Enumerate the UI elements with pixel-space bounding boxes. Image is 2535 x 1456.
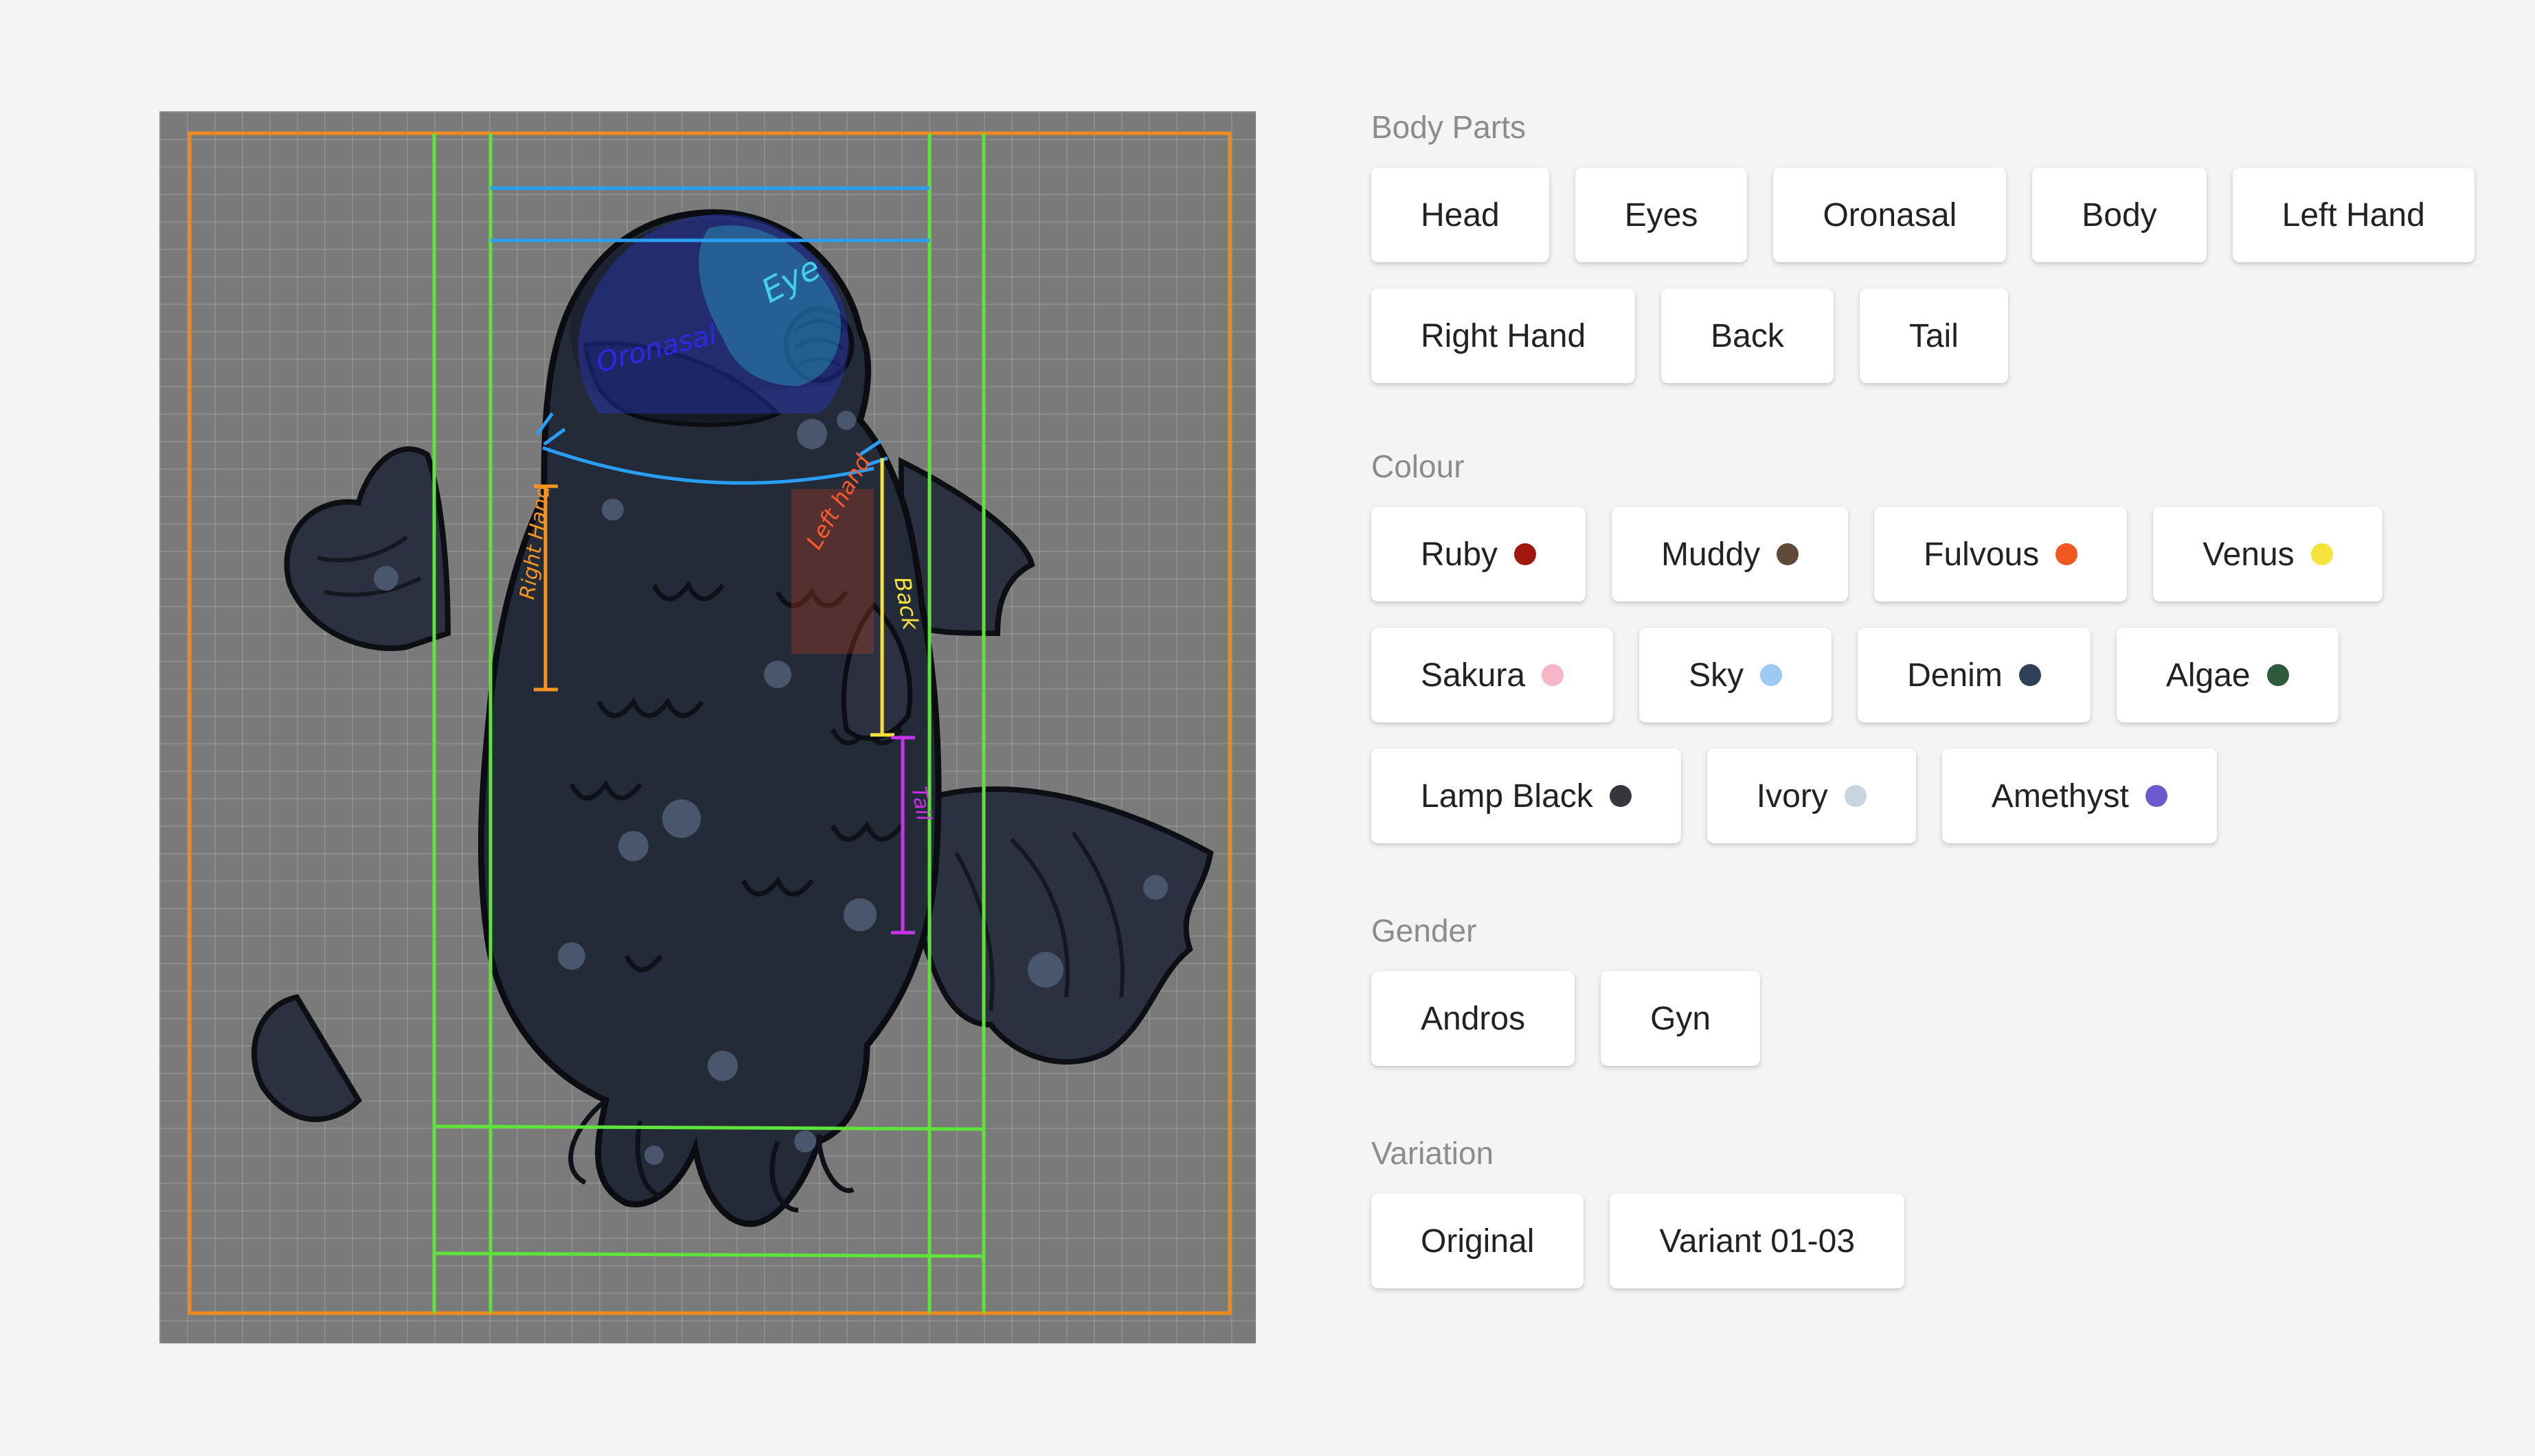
colour-venus-button[interactable]: Venus <box>2153 507 2382 602</box>
variation-variant-button[interactable]: Variant 01-03 <box>1610 1194 1905 1288</box>
colour-swatch-dot <box>2055 543 2078 565</box>
chip-label: Fulvous <box>1924 536 2040 573</box>
body-parts-title: Body Parts <box>1371 109 1526 145</box>
customization-panel: Body Parts Head Eyes Oronasal Body Left … <box>1371 103 2484 1288</box>
body-part-body-button[interactable]: Body <box>2032 168 2207 262</box>
chip-label: Gyn <box>1650 1000 1711 1037</box>
variation-original-button[interactable]: Original <box>1371 1194 1584 1288</box>
colour-options: Ruby Muddy Fulvous Venus Sakura Sky Deni… <box>1371 507 2484 843</box>
chip-label: Right Hand <box>1421 317 1586 354</box>
colour-lamp-black-button[interactable]: Lamp Black <box>1371 749 1681 843</box>
variation-options: Original Variant 01-03 <box>1371 1194 2484 1288</box>
body-part-oronasal-button[interactable]: Oronasal <box>1773 168 2007 262</box>
colour-swatch-dot <box>1777 543 1799 565</box>
colour-swatch-dot <box>2145 785 2167 807</box>
gender-section: Gender Andros Gyn <box>1371 907 2484 1066</box>
creature-raised-arm <box>284 446 451 651</box>
gender-title: Gender <box>1371 913 1477 948</box>
chip-label: Left Hand <box>2282 196 2425 234</box>
colour-muddy-button[interactable]: Muddy <box>1612 507 1849 602</box>
colour-swatch-dot <box>1542 664 1564 686</box>
body-part-tail-button[interactable]: Tail <box>1859 288 2008 383</box>
body-parts-options: Head Eyes Oronasal Body Left Hand Right … <box>1371 168 2484 383</box>
gender-gyn-button[interactable]: Gyn <box>1601 971 1761 1066</box>
chip-label: Amethyst <box>1991 777 2129 815</box>
body-part-left-hand-button[interactable]: Left Hand <box>2232 168 2475 262</box>
colour-ruby-button[interactable]: Ruby <box>1371 507 1586 602</box>
creature-left-fin <box>251 994 363 1122</box>
chip-label: Muddy <box>1661 536 1761 573</box>
chip-label: Denim <box>1907 657 2003 694</box>
colour-swatch-dot <box>1609 785 1632 807</box>
colour-section: Colour Ruby Muddy Fulvous Venus Sakura S… <box>1371 442 2484 843</box>
colour-swatch-dot <box>2310 543 2333 565</box>
chip-label: Back <box>1711 317 1784 354</box>
colour-fulvous-button[interactable]: Fulvous <box>1874 507 2128 602</box>
gender-options: Andros Gyn <box>1371 971 2484 1066</box>
chip-label: Andros <box>1421 1000 1526 1037</box>
chip-label: Ivory <box>1756 777 1828 815</box>
creature-tail <box>919 786 1214 1065</box>
chip-label: Sakura <box>1421 657 1526 694</box>
colour-swatch-dot <box>2266 664 2289 686</box>
chip-label: Oronasal <box>1823 196 1957 234</box>
chip-label: Eyes <box>1624 196 1698 234</box>
colour-swatch-dot <box>1760 664 1783 686</box>
colour-sakura-button[interactable]: Sakura <box>1371 628 1614 723</box>
chip-label: Head <box>1421 196 1500 234</box>
body-part-head-button[interactable]: Head <box>1371 168 1549 262</box>
chip-label: Sky <box>1689 657 1744 694</box>
body-part-eyes-button[interactable]: Eyes <box>1575 168 1748 262</box>
variation-title: Variation <box>1371 1135 1494 1171</box>
chip-label: Algae <box>2165 657 2251 694</box>
chip-label: Ruby <box>1421 536 1498 573</box>
colour-title: Colour <box>1371 448 1465 484</box>
chip-label: Tail <box>1908 317 1959 354</box>
body-parts-section: Body Parts Head Eyes Oronasal Body Left … <box>1371 103 2484 383</box>
character-canvas[interactable]: Eye Oronasal Right Hand Left hand Back T… <box>159 111 1256 1343</box>
colour-sky-button[interactable]: Sky <box>1639 628 1832 723</box>
chip-label: Body <box>2082 196 2157 234</box>
colour-amethyst-button[interactable]: Amethyst <box>1941 749 2217 843</box>
gender-andros-button[interactable]: Andros <box>1371 971 1575 1066</box>
character-illustration: Eye Oronasal Right Hand Left hand Back T… <box>188 131 1232 1315</box>
chip-label: Venus <box>2202 536 2295 573</box>
chip-label: Lamp Black <box>1421 777 1593 815</box>
chip-label: Variant 01-03 <box>1659 1222 1856 1260</box>
colour-denim-button[interactable]: Denim <box>1858 628 2091 723</box>
colour-swatch-dot <box>1514 543 1537 565</box>
body-part-right-hand-button[interactable]: Right Hand <box>1371 288 1636 383</box>
chip-label: Original <box>1421 1222 1535 1260</box>
body-part-back-button[interactable]: Back <box>1661 288 1834 383</box>
colour-algae-button[interactable]: Algae <box>2116 628 2339 723</box>
colour-swatch-dot <box>1844 785 1867 807</box>
colour-ivory-button[interactable]: Ivory <box>1706 749 1916 843</box>
colour-swatch-dot <box>2018 664 2041 686</box>
variation-section: Variation Original Variant 01-03 <box>1371 1129 2484 1288</box>
